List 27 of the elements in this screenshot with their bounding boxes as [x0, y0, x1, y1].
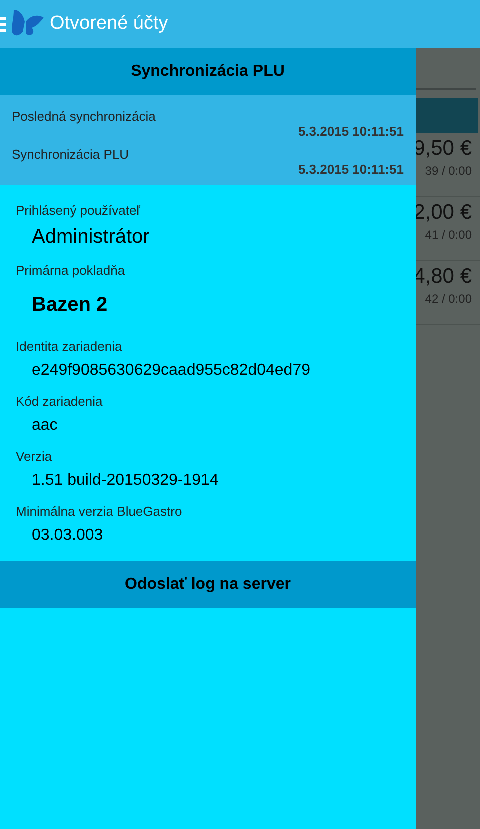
time-text: 39 / 0:00: [425, 164, 472, 178]
sync-label: Posledná synchronizácia: [12, 109, 157, 124]
field-value: aac: [31, 417, 59, 435]
header-bar: [416, 98, 478, 133]
time-text: 41 / 0:00: [425, 228, 472, 242]
field-value: e249f9085630629caad955c82d04ed79: [31, 362, 312, 380]
field-value: 03.03.003: [31, 527, 104, 545]
field-value: Administrátor: [31, 226, 151, 249]
field-label: Identita zariadenia: [16, 339, 124, 354]
field-label: Verzia: [16, 449, 54, 464]
field-label: Prihlásený používateľ: [16, 203, 142, 218]
field-value: 1.51 build-20150329-1914: [31, 472, 220, 490]
sync-label: Synchronizácia PLU: [12, 147, 130, 162]
field-label: Primárna pokladňa: [16, 263, 126, 278]
amount-text: 2,00 €: [414, 201, 472, 225]
field-label: Kód zariadenia: [16, 394, 104, 409]
menu-icon[interactable]: [0, 16, 6, 32]
sync-date: 5.3.2015 10:11:51: [298, 124, 404, 139]
amount-text: 9,50 €: [414, 137, 472, 161]
time-text: 42 / 0:00: [425, 292, 472, 306]
send-log-button[interactable]: Odoslať log na server: [0, 561, 416, 608]
field-value: Bazen 2: [31, 294, 109, 317]
sync-date: 5.3.2015 10:11:51: [298, 162, 404, 177]
app-title: Otvorené účty: [50, 13, 168, 35]
field-label: Minimálna verzia BlueGastro: [16, 504, 184, 519]
amount-text: 4,80 €: [414, 265, 472, 289]
sync-button[interactable]: Synchronizácia PLU: [0, 48, 416, 95]
